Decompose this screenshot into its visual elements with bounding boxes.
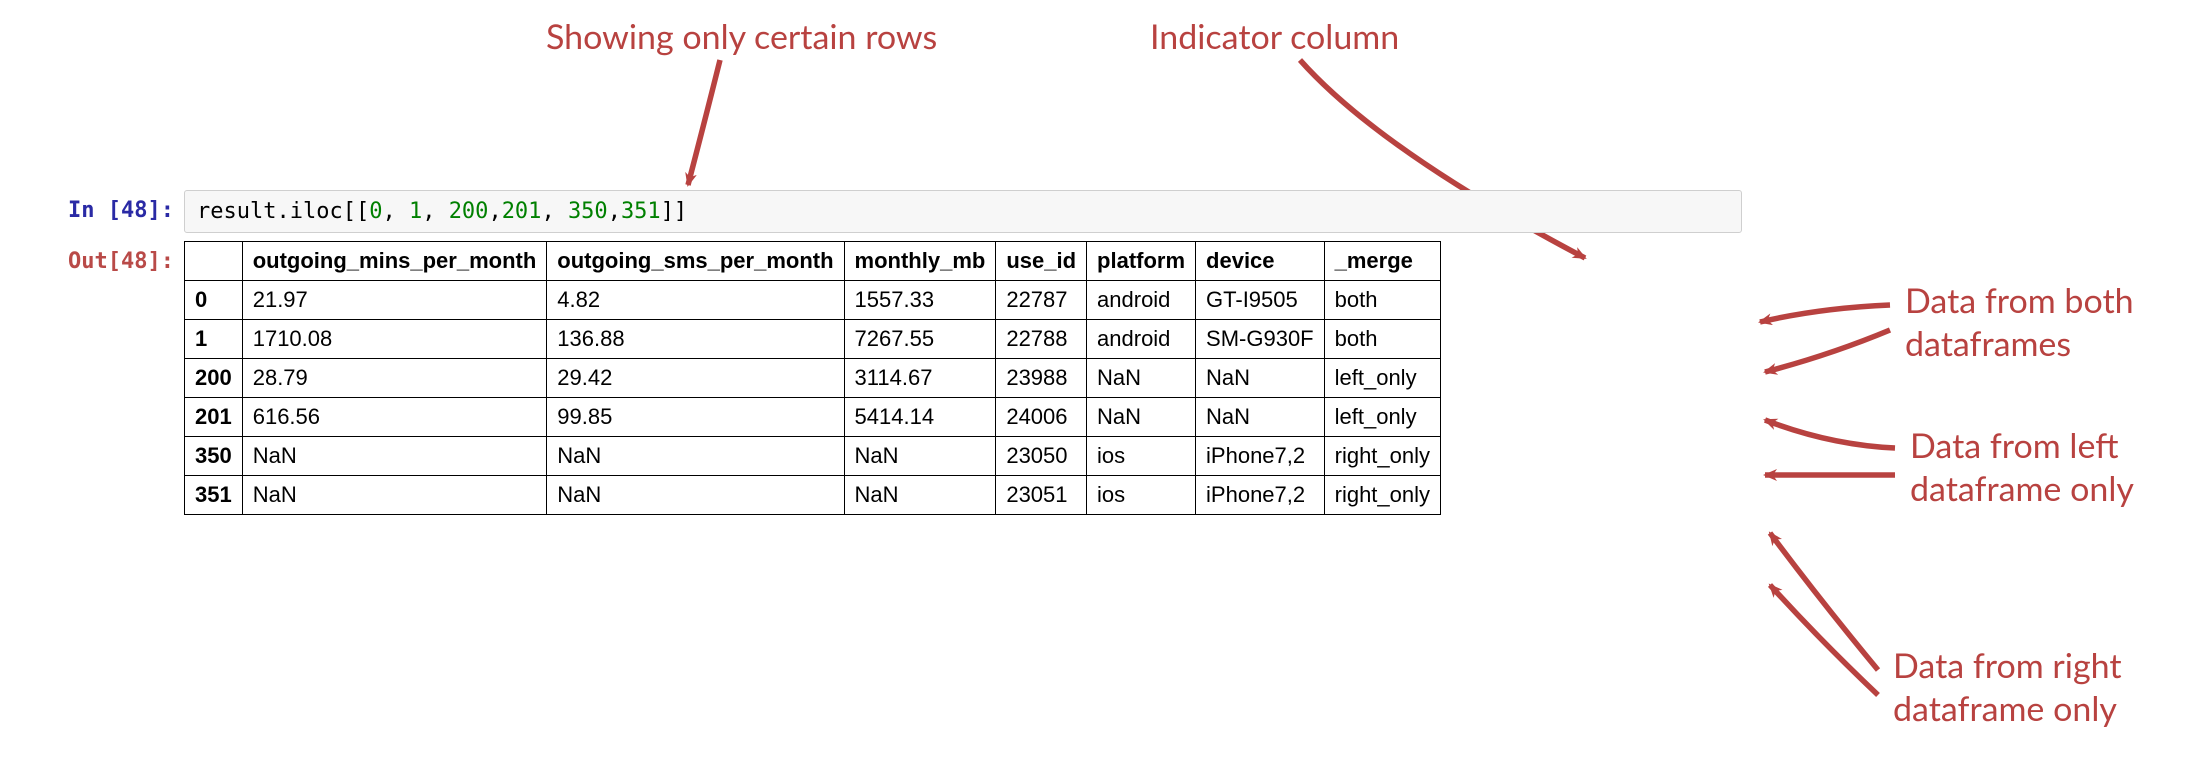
row-index: 350 — [185, 437, 243, 476]
table-cell: NaN — [1087, 359, 1196, 398]
table-cell: both — [1324, 320, 1440, 359]
col-header: device — [1196, 242, 1325, 281]
output-cell: Out[48]: outgoing_mins_per_month outgoin… — [22, 241, 1742, 515]
table-cell: NaN — [547, 437, 844, 476]
col-header: _merge — [1324, 242, 1440, 281]
table-cell: right_only — [1324, 476, 1440, 515]
row-index: 351 — [185, 476, 243, 515]
table-cell: NaN — [242, 437, 547, 476]
table-row: 351NaNNaNNaN23051iosiPhone7,2right_only — [185, 476, 1441, 515]
col-header: outgoing_sms_per_month — [547, 242, 844, 281]
table-corner — [185, 242, 243, 281]
table-cell: 29.42 — [547, 359, 844, 398]
col-header: platform — [1087, 242, 1196, 281]
input-prompt: In [48]: — [22, 190, 174, 223]
table-cell: 23050 — [996, 437, 1087, 476]
table-cell: 616.56 — [242, 398, 547, 437]
table-cell: left_only — [1324, 398, 1440, 437]
table-cell: android — [1087, 320, 1196, 359]
table-cell: ios — [1087, 476, 1196, 515]
table-cell: NaN — [1196, 398, 1325, 437]
table-cell: NaN — [844, 476, 996, 515]
annotation-both: Data from both dataframes — [1905, 280, 2134, 365]
col-header: monthly_mb — [844, 242, 996, 281]
row-index: 1 — [185, 320, 243, 359]
table-cell: both — [1324, 281, 1440, 320]
table-cell: android — [1087, 281, 1196, 320]
col-header: use_id — [996, 242, 1087, 281]
table-row: 201616.5699.855414.1424006NaNNaNleft_onl… — [185, 398, 1441, 437]
annotation-left-only: Data from left dataframe only — [1910, 425, 2134, 510]
table-cell: 4.82 — [547, 281, 844, 320]
output-prompt: Out[48]: — [22, 241, 174, 274]
col-header: outgoing_mins_per_month — [242, 242, 547, 281]
table-cell: NaN — [1196, 359, 1325, 398]
input-cell: In [48]: result.iloc[[0, 1, 200,201, 350… — [22, 190, 1742, 233]
table-cell: 136.88 — [547, 320, 844, 359]
table-row: 021.974.821557.3322787androidGT-I9505bot… — [185, 281, 1441, 320]
table-row: 350NaNNaNNaN23050iosiPhone7,2right_only — [185, 437, 1441, 476]
table-cell: 1710.08 — [242, 320, 547, 359]
table-cell: iPhone7,2 — [1196, 437, 1325, 476]
table-cell: right_only — [1324, 437, 1440, 476]
table-cell: left_only — [1324, 359, 1440, 398]
table-cell: 99.85 — [547, 398, 844, 437]
table-cell: 23988 — [996, 359, 1087, 398]
table-cell: 5414.14 — [844, 398, 996, 437]
table-row: 20028.7929.423114.6723988NaNNaNleft_only — [185, 359, 1441, 398]
code-input[interactable]: result.iloc[[0, 1, 200,201, 350,351]] — [184, 190, 1742, 233]
table-cell: 22787 — [996, 281, 1087, 320]
table-cell: 22788 — [996, 320, 1087, 359]
table-cell: SM-G930F — [1196, 320, 1325, 359]
table-cell: NaN — [242, 476, 547, 515]
table-header-row: outgoing_mins_per_month outgoing_sms_per… — [185, 242, 1441, 281]
table-cell: NaN — [844, 437, 996, 476]
table-cell: 3114.67 — [844, 359, 996, 398]
table-cell: 1557.33 — [844, 281, 996, 320]
row-index: 200 — [185, 359, 243, 398]
table-cell: ios — [1087, 437, 1196, 476]
table-cell: iPhone7,2 — [1196, 476, 1325, 515]
annotation-rows: Showing only certain rows — [546, 16, 937, 59]
row-index: 201 — [185, 398, 243, 437]
table-cell: 21.97 — [242, 281, 547, 320]
table-cell: NaN — [1087, 398, 1196, 437]
dataframe-table: outgoing_mins_per_month outgoing_sms_per… — [184, 241, 1441, 515]
table-cell: 23051 — [996, 476, 1087, 515]
table-cell: 24006 — [996, 398, 1087, 437]
row-index: 0 — [185, 281, 243, 320]
table-cell: GT-I9505 — [1196, 281, 1325, 320]
table-cell: 7267.55 — [844, 320, 996, 359]
table-row: 11710.08136.887267.5522788androidSM-G930… — [185, 320, 1441, 359]
annotation-indicator: Indicator column — [1150, 16, 1399, 59]
annotation-right-only: Data from right dataframe only — [1893, 645, 2122, 730]
table-cell: NaN — [547, 476, 844, 515]
table-cell: 28.79 — [242, 359, 547, 398]
